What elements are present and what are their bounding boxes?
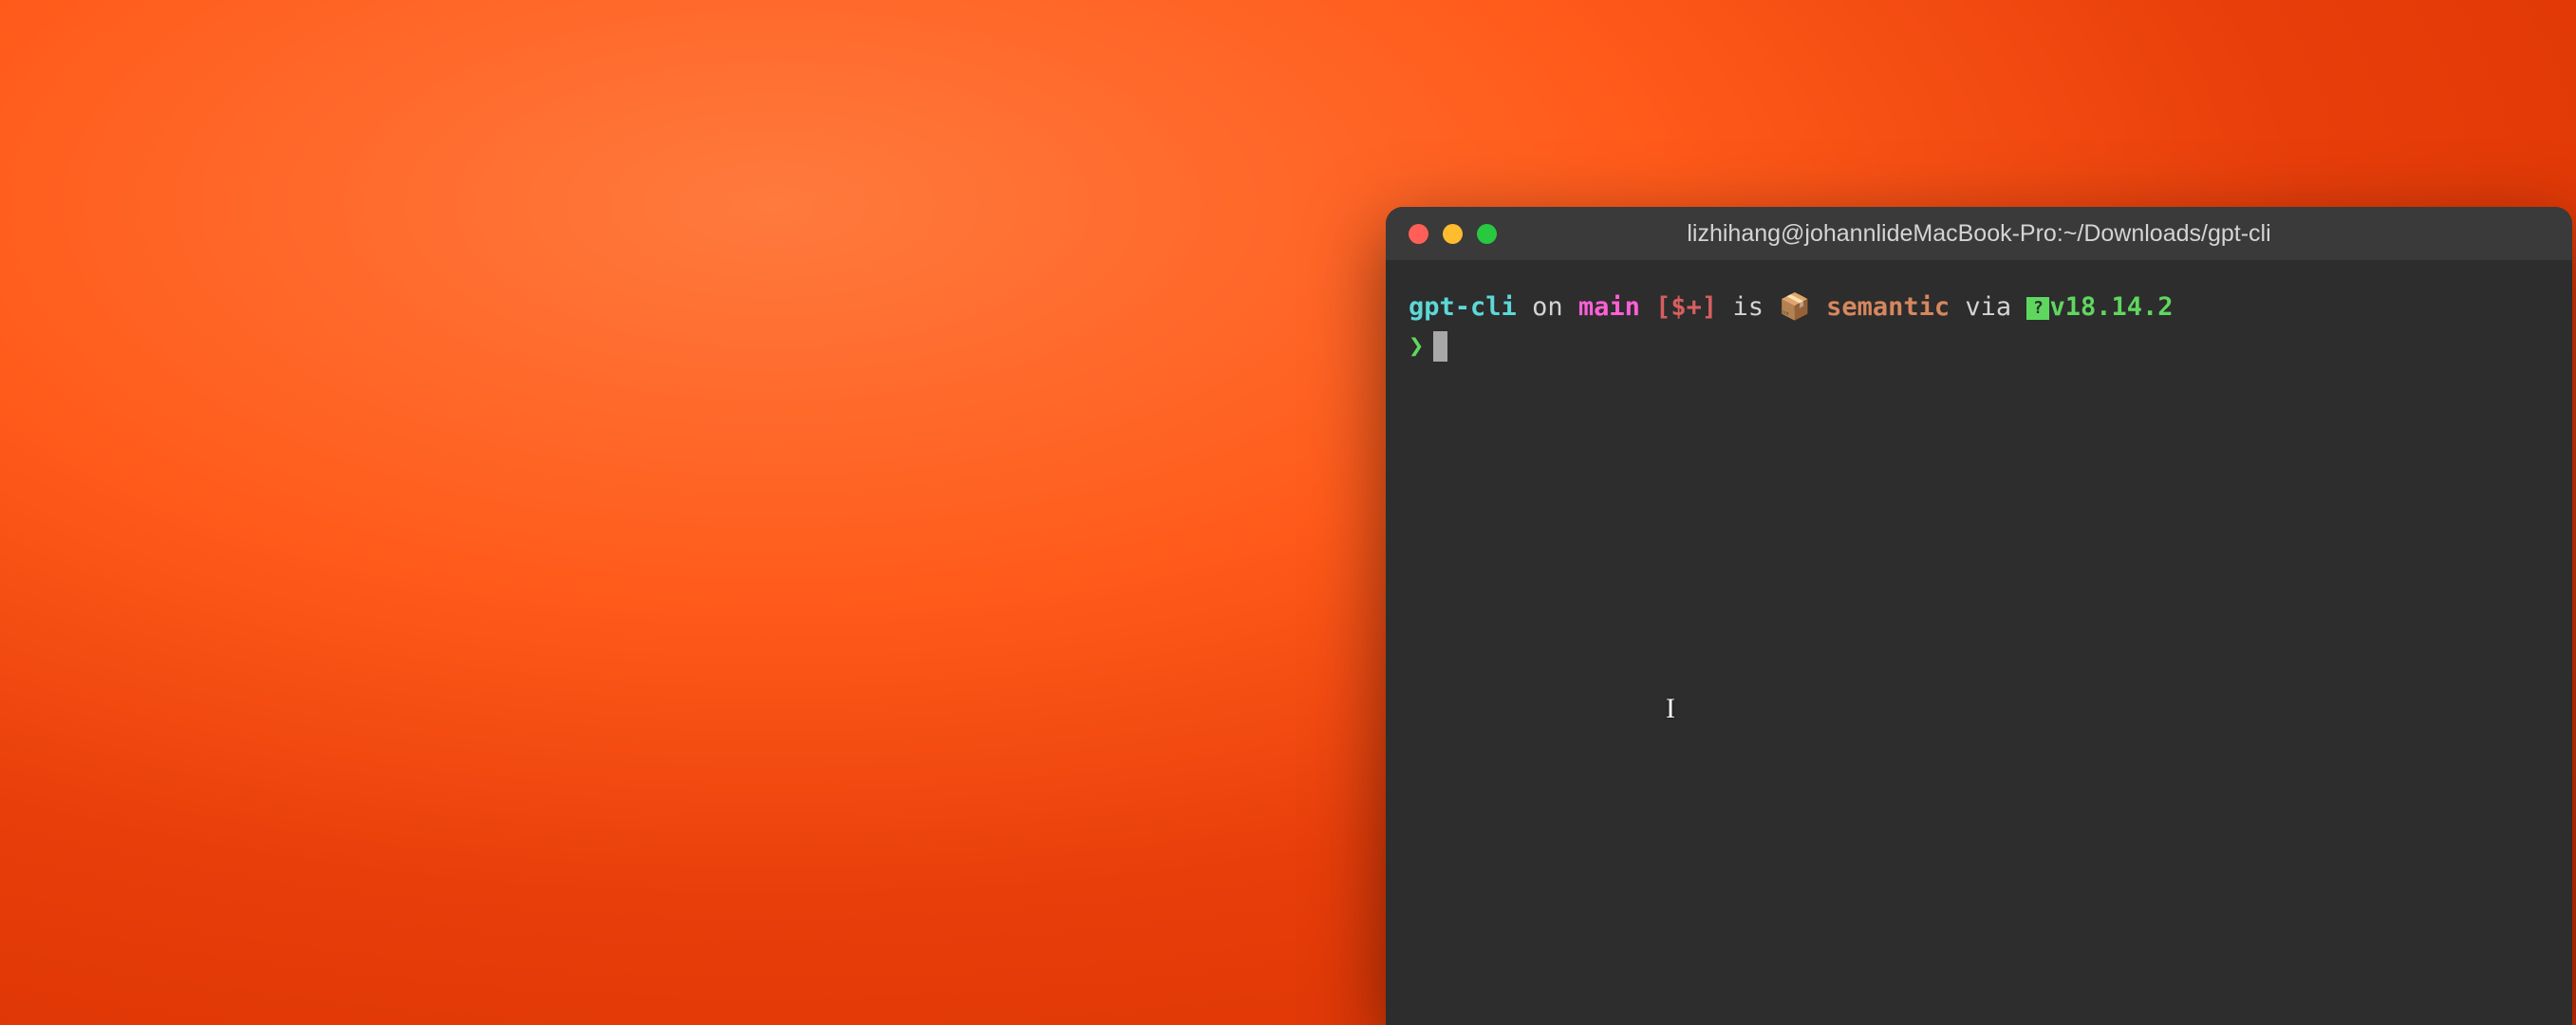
prompt-node-version: v18.14.2 (2049, 292, 2173, 322)
prompt-symbol: ❯ (1409, 327, 1424, 366)
prompt-semver: semantic (1826, 292, 1965, 322)
prompt-branch: main (1578, 292, 1655, 322)
maximize-button[interactable] (1477, 224, 1497, 244)
shell-prompt-line: gpt-cli on main [$+] is 📦 semantic via ?… (1409, 289, 2549, 327)
text-cursor-icon: I (1666, 687, 1675, 730)
node-icon: ? (2026, 297, 2049, 320)
package-icon: 📦 (1779, 292, 1811, 322)
prompt-via-text: via (1965, 292, 2026, 322)
prompt-git-status: [$+] (1655, 292, 1717, 322)
terminal-cursor (1433, 331, 1447, 362)
close-button[interactable] (1409, 224, 1428, 244)
traffic-lights (1409, 224, 1497, 244)
window-title: lizhihang@johannlideMacBook-Pro:~/Downlo… (1386, 220, 2572, 248)
terminal-content[interactable]: gpt-cli on main [$+] is 📦 semantic via ?… (1386, 260, 2572, 1025)
prompt-on-text: on (1532, 292, 1578, 322)
minimize-button[interactable] (1443, 224, 1463, 244)
shell-input-line[interactable]: ❯ (1409, 327, 2549, 366)
prompt-is-text: is (1732, 292, 1779, 322)
prompt-directory: gpt-cli (1409, 292, 1517, 322)
terminal-window[interactable]: lizhihang@johannlideMacBook-Pro:~/Downlo… (1386, 207, 2572, 1025)
window-titlebar[interactable]: lizhihang@johannlideMacBook-Pro:~/Downlo… (1386, 207, 2572, 260)
